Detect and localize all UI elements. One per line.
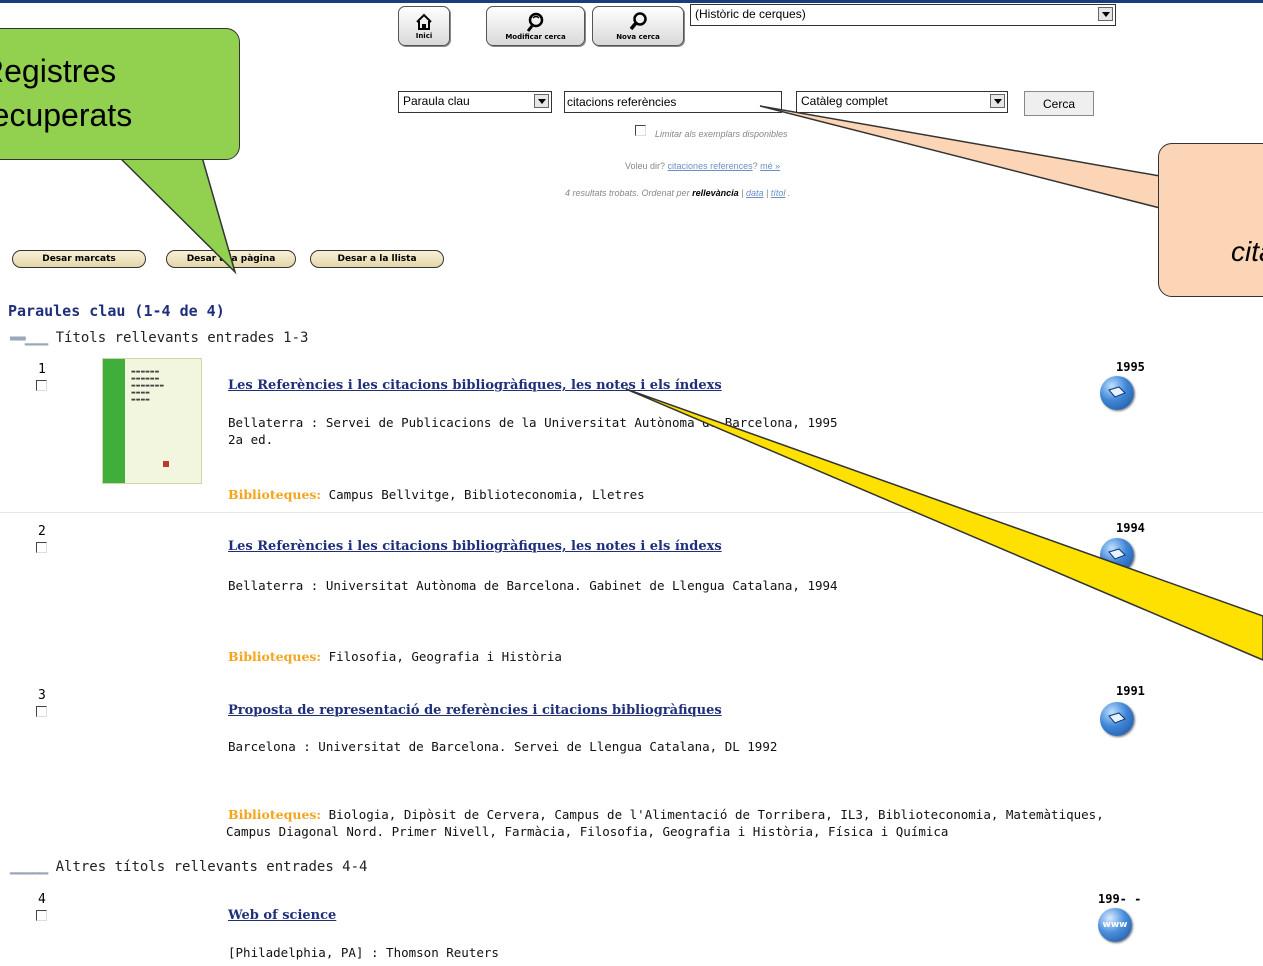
callout-line-1: Registres: [0, 53, 117, 89]
book-format-icon[interactable]: [1100, 702, 1134, 736]
result-publisher: Bellaterra : Servei de Publicacions de l…: [228, 415, 838, 430]
result-libraries: Biblioteques: Campus Bellvitge, Bibliote…: [228, 486, 645, 503]
modify-search-label: Modificar cerca: [505, 32, 566, 41]
chevron-down-icon[interactable]: [990, 94, 1005, 108]
sort-relevance: rellevància: [692, 188, 739, 198]
group-toggle-icon[interactable]: ▬▬▁▁▁: [10, 330, 48, 346]
search-scope-select[interactable]: Catàleg complet: [796, 91, 1008, 113]
result-title-link[interactable]: Les Referències i les citacions bibliogr…: [228, 539, 722, 554]
records-retrieved-callout: Registres recuperats: [0, 28, 240, 160]
result-number: 1: [38, 362, 46, 377]
orange-callout-tail: [759, 105, 1161, 209]
result-year: 1991: [1116, 684, 1145, 698]
libraries-list: Biologia, Dipòsit de Cervera, Campus de …: [328, 807, 1104, 822]
home-icon: [416, 13, 432, 30]
result-publisher: Bellaterra : Universitat Autònoma de Bar…: [228, 578, 838, 593]
result-checkbox[interactable]: [36, 706, 47, 717]
result-libraries-line1: Biblioteques: Biologia, Dipòsit de Cerve…: [228, 806, 1104, 823]
book-icon: [1108, 548, 1126, 560]
result-publisher: [Philadelphia, PA] : Thomson Reuters: [228, 945, 499, 960]
home-button[interactable]: Inici: [398, 6, 450, 46]
search-field-select[interactable]: Paraula clau: [398, 91, 552, 113]
result-year: 1994: [1116, 521, 1145, 535]
result-checkbox[interactable]: [36, 380, 47, 391]
sort-title-link[interactable]: títol: [771, 188, 786, 198]
result-title-link[interactable]: Proposta de representació de referències…: [228, 703, 722, 718]
results-summary: 4 resultats trobats. Ordenat per rellevà…: [565, 188, 791, 198]
result-number: 2: [38, 524, 46, 539]
libraries-list: Campus Bellvitge, Biblioteconomia, Lletr…: [328, 487, 645, 502]
book-icon: [1108, 712, 1126, 724]
group-title: Altres títols rellevants entrades 4-4: [55, 859, 368, 875]
book-icon: [1108, 386, 1126, 398]
search-field-value: Paraula clau: [403, 94, 470, 108]
book-format-icon[interactable]: [1100, 376, 1134, 410]
new-search-button[interactable]: Nova cerca: [592, 6, 684, 46]
group-toggle-icon[interactable]: ▁▁▁▁▁: [10, 859, 48, 875]
result-number: 3: [38, 688, 46, 703]
result-publisher: Barcelona : Universitat de Barcelona. Se…: [228, 739, 778, 754]
row-separator: [0, 512, 1263, 513]
search-input[interactable]: citacions referències: [564, 91, 782, 113]
did-you-mean-link[interactable]: citaciones references: [668, 161, 753, 171]
libraries-list: Filosofia, Geografia i Història: [328, 649, 562, 664]
top-frame-border: [0, 0, 1263, 3]
sort-date-link[interactable]: data: [746, 188, 764, 198]
result-edition: 2a ed.: [228, 432, 274, 447]
modify-search-icon: [526, 12, 543, 32]
book-cover-thumbnail[interactable]: ▬▬▬▬▬▬ ▬▬▬▬▬▬ ▬▬▬▬▬▬▬ ▬▬▬▬ ▬▬▬▬: [102, 358, 202, 484]
result-libraries: Biblioteques: Filosofia, Geografia i His…: [228, 648, 562, 665]
result-number: 4: [38, 892, 46, 907]
modify-search-button[interactable]: Modificar cerca: [486, 6, 585, 46]
book-format-icon[interactable]: [1100, 538, 1134, 572]
result-year: 1995: [1116, 360, 1145, 374]
cover-stripe: [103, 359, 125, 483]
libraries-label: Biblioteques:: [228, 807, 322, 822]
did-you-mean-prefix: Voleu dir?: [625, 161, 666, 171]
result-title-link[interactable]: Les Referències i les citacions bibliogr…: [228, 378, 722, 393]
search-scope-value: Catàleg complet: [801, 94, 888, 108]
chevron-down-icon[interactable]: [534, 94, 549, 108]
libraries-label: Biblioteques:: [228, 649, 322, 664]
home-label: Inici: [415, 31, 433, 40]
group-header-relevant: ▬▬▁▁▁ Títols rellevants entrades 1-3: [10, 330, 308, 346]
publisher-logo-icon: [163, 461, 169, 467]
result-libraries-line2: Campus Diagonal Nord. Primer Nivell, Far…: [226, 824, 949, 839]
cover-text: ▬▬▬▬▬▬ ▬▬▬▬▬▬ ▬▬▬▬▬▬▬ ▬▬▬▬ ▬▬▬▬: [131, 369, 165, 403]
save-marked-button[interactable]: Desar marcats: [12, 250, 146, 268]
results-count-text: 4 resultats trobats. Ordenat per: [565, 188, 690, 198]
limit-available-label: Limitar als exemplars disponibles: [655, 129, 788, 139]
did-you-mean-more-link[interactable]: mé »: [760, 161, 780, 171]
result-checkbox[interactable]: [36, 542, 47, 553]
search-history-select[interactable]: (Històric de cerques): [690, 4, 1116, 26]
group-title: Títols rellevants entrades 1-3: [55, 330, 309, 346]
search-terms-callout: cita: [1158, 143, 1263, 297]
result-year: 199- -: [1098, 892, 1142, 906]
libraries-label: Biblioteques:: [228, 487, 322, 502]
callout-text: cita: [1231, 236, 1263, 267]
group-header-other: ▁▁▁▁▁ Altres títols rellevants entrades …: [10, 859, 367, 875]
save-page-button[interactable]: Desar a la pàgina: [166, 250, 296, 268]
search-submit-button[interactable]: Cerca: [1024, 91, 1094, 116]
result-checkbox[interactable]: [36, 910, 47, 921]
result-title-link[interactable]: Web of science: [228, 908, 336, 923]
did-you-mean: Voleu dir? citaciones references? mé »: [625, 161, 781, 171]
search-history-value: (Històric de cerques): [695, 7, 806, 21]
chevron-down-icon[interactable]: [1098, 7, 1113, 21]
results-heading: Paraules clau (1-4 de 4): [8, 302, 225, 320]
magnifier-icon: [629, 11, 647, 30]
new-search-label: Nova cerca: [616, 32, 660, 41]
web-resource-icon[interactable]: www: [1098, 908, 1132, 942]
callout-line-2: recuperats: [0, 97, 133, 133]
limit-available-checkbox[interactable]: [635, 125, 646, 136]
save-list-button[interactable]: Desar a la llista: [310, 250, 444, 268]
